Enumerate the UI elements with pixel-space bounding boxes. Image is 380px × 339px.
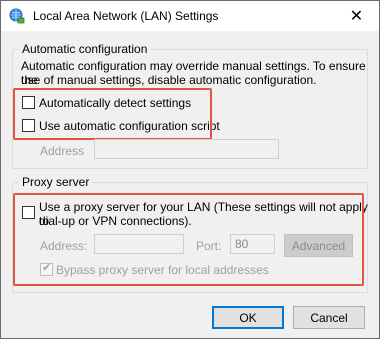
cancel-button[interactable]: Cancel bbox=[293, 306, 365, 329]
title-bar: Local Area Network (LAN) Settings ✕ bbox=[1, 1, 379, 31]
network-globe-icon bbox=[9, 8, 25, 24]
ok-button[interactable]: OK bbox=[212, 306, 284, 329]
proxy-server-legend: Proxy server bbox=[19, 175, 93, 189]
automatic-configuration-legend: Automatic configuration bbox=[19, 42, 151, 56]
automatic-description-line2: use of manual settings, disable automati… bbox=[21, 73, 317, 87]
close-button[interactable]: ✕ bbox=[334, 1, 379, 31]
script-address-label: Address bbox=[40, 144, 85, 158]
window-title: Local Area Network (LAN) Settings bbox=[33, 9, 219, 23]
lan-settings-dialog: Local Area Network (LAN) Settings ✕ Auto… bbox=[0, 0, 380, 339]
close-icon: ✕ bbox=[349, 8, 364, 25]
automatic-options-highlight bbox=[13, 88, 212, 140]
script-address-input[interactable] bbox=[94, 139, 279, 159]
proxy-options-highlight bbox=[13, 193, 364, 286]
